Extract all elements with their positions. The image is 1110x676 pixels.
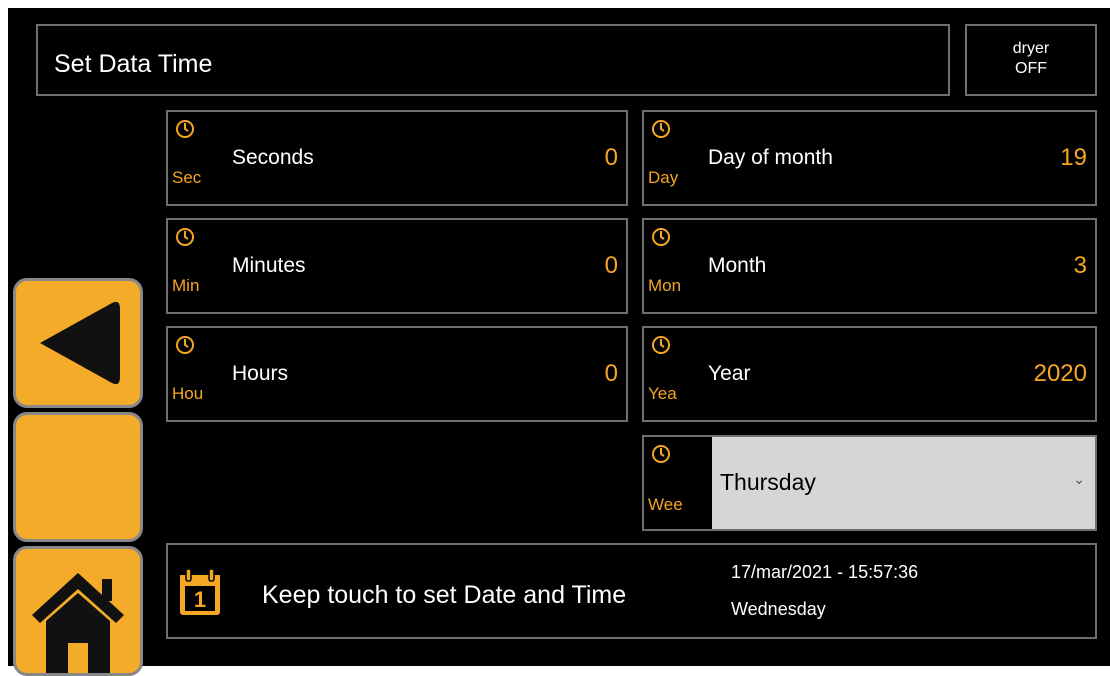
dryer-state: OFF (1015, 60, 1047, 77)
status-message: Keep touch to set Date and Time (262, 581, 627, 609)
calendar-digit: 1 (194, 587, 206, 612)
month-field[interactable]: Mon Month 3 (642, 218, 1097, 314)
field-abbr: Mon (648, 276, 682, 295)
set-date-time-button[interactable]: 1 Keep touch to set Date and Time 17/mar… (166, 543, 1097, 639)
clock-icon (176, 120, 194, 138)
current-datetime: 17/mar/2021 - 15:57:36 (731, 562, 919, 582)
field-value: 0 (604, 252, 618, 279)
page-title: Set Data Time (54, 50, 213, 78)
screen: Set Data Time dryer OFF Sec Seconds 0 Mi… (8, 8, 1110, 676)
field-abbr: Day (648, 168, 679, 187)
dryer-status-button[interactable]: dryer OFF (965, 24, 1097, 96)
seconds-field[interactable]: Sec Seconds 0 (166, 110, 628, 206)
field-label: Year (708, 362, 751, 385)
field-label: Hours (232, 362, 289, 385)
field-abbr: Wee (648, 495, 683, 514)
chevron-down-icon: ⌄ (1073, 471, 1085, 487)
field-value: 19 (1060, 144, 1087, 171)
day-of-month-field[interactable]: Day Day of month 19 (642, 110, 1097, 206)
triangle-left-icon (40, 301, 120, 385)
field-value: 0 (604, 360, 618, 387)
home-button[interactable] (13, 546, 143, 676)
hours-field[interactable]: Hou Hours 0 (166, 326, 628, 422)
blank-button[interactable] (13, 412, 143, 542)
weekday-selected: Thursday (720, 469, 816, 495)
clock-icon (652, 228, 670, 246)
clock-icon (652, 120, 670, 138)
home-icon (32, 573, 124, 673)
clock-icon (652, 336, 670, 354)
field-label: Seconds (232, 146, 314, 169)
field-label: Month (708, 254, 767, 277)
weekday-select[interactable]: Thursday ⌄ (712, 437, 1095, 529)
minutes-field[interactable]: Min Minutes 0 (166, 218, 628, 314)
calendar-icon: 1 (180, 568, 220, 615)
field-abbr: Min (172, 276, 200, 295)
field-abbr: Hou (172, 384, 204, 403)
field-value: 0 (604, 144, 618, 171)
clock-icon (176, 336, 194, 354)
clock-icon (652, 445, 670, 463)
field-value: 3 (1073, 252, 1087, 279)
back-button[interactable] (13, 278, 143, 408)
year-field[interactable]: Yea Year 2020 (642, 326, 1097, 422)
field-abbr: Sec (172, 168, 202, 187)
current-weekday: Wednesday (731, 599, 826, 619)
clock-icon (176, 228, 194, 246)
page-title-box: Set Data Time (36, 24, 950, 96)
field-label: Day of month (708, 146, 833, 169)
field-value: 2020 (1033, 360, 1087, 387)
field-abbr: Yea (648, 384, 677, 403)
weekday-field: Wee Thursday ⌄ (642, 435, 1097, 531)
dryer-label: dryer (1012, 40, 1050, 57)
field-label: Minutes (232, 254, 306, 277)
